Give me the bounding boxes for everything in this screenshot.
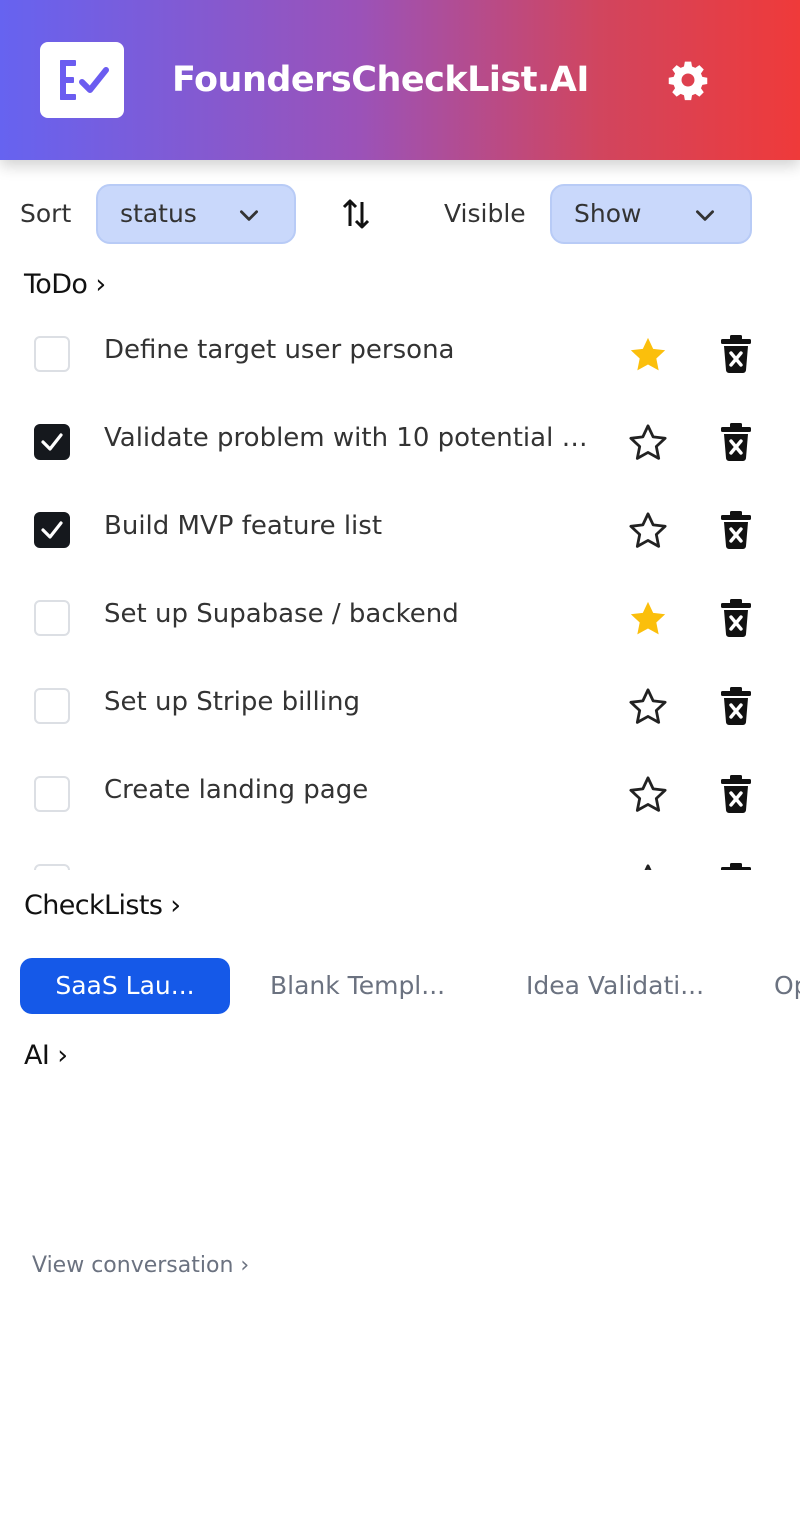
checklist-tab[interactable]: Idea Validati... [526,958,704,1014]
todo-text[interactable]: Create landing page [104,768,604,812]
trash-icon[interactable] [718,422,754,462]
visible-select[interactable]: Show [550,184,752,244]
star-filled-icon[interactable] [627,334,669,376]
todo-text[interactable]: Set up Supabase / backend [104,592,604,636]
sort-direction-button[interactable] [338,196,374,232]
star-filled-icon[interactable] [627,598,669,640]
checkmark-icon [41,521,63,539]
todo-section-title[interactable]: ToDo › [24,265,106,305]
sort-label: Sort [20,199,72,228]
checklists-section-title[interactable]: CheckLists › [24,886,181,926]
todo-checkbox[interactable] [34,864,70,870]
chevron-down-icon [696,210,714,221]
checklist-icon[interactable] [40,42,124,118]
sort-select[interactable]: status [96,184,296,244]
todo-item: Create landing page [0,750,800,838]
star-outline-icon[interactable] [627,862,669,870]
app-header: FoundersCheckList.AI [0,0,800,160]
trash-icon[interactable] [718,598,754,638]
todo-item: Set up Stripe billing [0,662,800,750]
todo-text[interactable]: Set up Stripe billing [104,680,604,724]
todo-list[interactable]: Define target user persona Validate probl… [0,310,800,870]
sort-select-value: status [120,199,197,228]
todo-item: Set up Supabase / backend [0,574,800,662]
checklist-tabs: SaaS Lau... Blank Templ... Idea Validati..… [0,958,800,1016]
todo-checkbox[interactable] [34,424,70,460]
sort-arrows-icon [342,199,370,229]
trash-icon[interactable] [718,510,754,550]
star-outline-icon[interactable] [627,686,669,728]
visible-label: Visible [444,199,526,228]
chevron-down-icon [240,210,258,221]
todo-text[interactable]: Define target user persona [104,328,604,372]
ai-section-title[interactable]: AI › [24,1036,68,1076]
checklist-tab[interactable]: Op [774,958,800,1014]
trash-icon[interactable] [718,862,754,870]
star-outline-icon[interactable] [627,510,669,552]
todo-item: Validate problem with 10 potential users [0,398,800,486]
view-conversation-link[interactable]: View conversation › [32,1250,249,1282]
sort-visibility-controls: Sort status Visible Show [0,184,800,244]
star-outline-icon[interactable] [627,422,669,464]
todo-item: Build MVP feature list [0,486,800,574]
todo-text[interactable] [104,856,604,870]
star-outline-icon[interactable] [627,774,669,816]
todo-checkbox[interactable] [34,776,70,812]
trash-icon[interactable] [718,686,754,726]
todo-checkbox[interactable] [34,688,70,724]
checkmark-icon [41,433,63,451]
todo-item: Define target user persona [0,310,800,398]
checklist-tab[interactable]: Blank Templ... [270,958,445,1014]
todo-text[interactable]: Build MVP feature list [104,504,604,548]
app-title: FoundersCheckList.AI [172,60,589,100]
trash-icon[interactable] [718,774,754,814]
checklist-tab[interactable]: SaaS Lau... [20,958,230,1014]
todo-item [0,838,800,870]
todo-text[interactable]: Validate problem with 10 potential users [104,416,604,460]
visible-select-value: Show [574,199,642,228]
trash-icon[interactable] [718,334,754,374]
todo-checkbox[interactable] [34,512,70,548]
gear-icon[interactable] [664,56,712,104]
todo-checkbox[interactable] [34,600,70,636]
todo-checkbox[interactable] [34,336,70,372]
